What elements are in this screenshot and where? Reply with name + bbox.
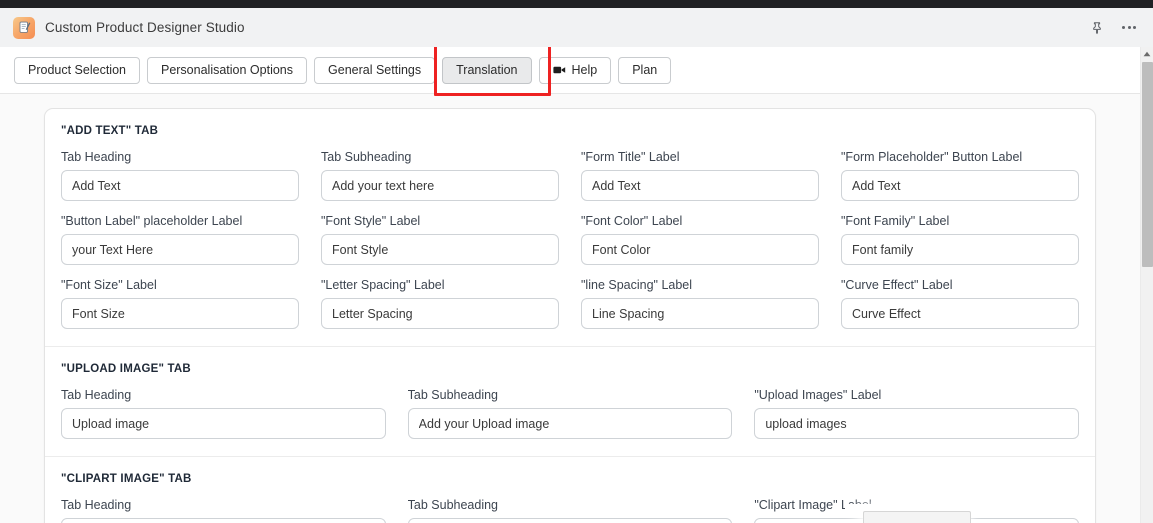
app-titlebar: Custom Product Designer Studio <box>0 8 1153 47</box>
input-clipart-tab-heading[interactable] <box>61 518 386 523</box>
page-content: Product Selection Personalisation Option… <box>0 47 1140 523</box>
input-line-spacing-label[interactable] <box>581 298 819 329</box>
section-title: "UPLOAD IMAGE" TAB <box>61 363 191 375</box>
field-font-style-label: "Font Style" Label <box>321 214 559 265</box>
field-upload-tab-subheading: Tab Subheading <box>407 388 733 439</box>
input-upload-tab-subheading[interactable] <box>407 408 733 439</box>
field-label: "Font Family" Label <box>841 214 950 228</box>
field-tab-subheading: Tab Subheading <box>321 150 559 201</box>
field-letter-spacing-label: "Letter Spacing" Label <box>321 278 559 329</box>
field-label: Tab Heading <box>61 498 132 512</box>
field-label: "Form Title" Label <box>581 150 680 164</box>
more-dots <box>1122 26 1136 29</box>
tab-label: Plan <box>632 62 658 77</box>
field-upload-images-label: "Upload Images" Label <box>754 388 1079 439</box>
app-title: Custom Product Designer Studio <box>45 20 245 35</box>
product-designer-icon <box>13 16 35 39</box>
main-tab-bar: Product Selection Personalisation Option… <box>0 47 1140 96</box>
field-font-size-label: "Font Size" Label <box>61 278 299 329</box>
titlebar-left-group: Custom Product Designer Studio <box>0 16 1083 39</box>
settings-content-area: "ADD TEXT" TAB Tab Heading Tab Subheadin… <box>0 94 1140 523</box>
translation-settings-card: "ADD TEXT" TAB Tab Heading Tab Subheadin… <box>44 108 1096 523</box>
scroll-thumb[interactable] <box>1142 62 1153 267</box>
input-font-style-label[interactable] <box>321 234 559 265</box>
field-grid: Tab Heading Tab Subheading "Form Title" … <box>61 150 1079 329</box>
tab-label: Personalisation Options <box>160 62 294 77</box>
field-line-spacing-label: "line Spacing" Label <box>581 278 819 329</box>
more-options-icon[interactable] <box>1115 14 1143 42</box>
tab-plan[interactable]: Plan <box>618 56 672 84</box>
tab-label: Translation <box>456 62 518 77</box>
floating-overlay-panel <box>863 511 971 523</box>
field-label: Tab Subheading <box>407 388 499 402</box>
field-font-family-label: "Font Family" Label <box>841 214 1079 265</box>
field-clipart-tab-heading: Tab Heading <box>61 498 386 523</box>
field-font-color-label: "Font Color" Label <box>581 214 819 265</box>
tab-label: Help <box>571 62 598 77</box>
browser-top-strip <box>0 0 1153 8</box>
field-label: "line Spacing" Label <box>581 278 693 292</box>
input-tab-heading[interactable] <box>61 170 299 201</box>
application-window: Custom Product Designer Studio Product S… <box>0 0 1153 523</box>
field-label: "Form Placeholder" Button Label <box>841 150 1023 164</box>
tab-product-selection[interactable]: Product Selection <box>14 56 140 84</box>
input-font-family-label[interactable] <box>841 234 1079 265</box>
section-add-text-tab: "ADD TEXT" TAB Tab Heading Tab Subheadin… <box>45 109 1095 346</box>
input-letter-spacing-label[interactable] <box>321 298 559 329</box>
scroll-up-arrow-icon[interactable] <box>1141 47 1153 60</box>
field-curve-effect-label: "Curve Effect" Label <box>841 278 1079 329</box>
field-label: "Font Style" Label <box>321 214 421 228</box>
vertical-scrollbar[interactable] <box>1140 47 1153 523</box>
field-label: "Upload Images" Label <box>754 388 882 402</box>
field-grid: Tab Heading Tab Subheading "Upload Image… <box>61 388 1079 439</box>
field-upload-tab-heading: Tab Heading <box>61 388 386 439</box>
input-form-title-label[interactable] <box>581 170 819 201</box>
input-form-placeholder-button-label[interactable] <box>841 170 1079 201</box>
field-label: "Font Color" Label <box>581 214 683 228</box>
tab-label: Product Selection <box>28 62 126 77</box>
field-clipart-tab-subheading: Tab Subheading <box>407 498 733 523</box>
tab-translation[interactable]: Translation <box>442 56 532 84</box>
input-button-label-placeholder[interactable] <box>61 234 299 265</box>
titlebar-right-group <box>1083 14 1153 42</box>
input-curve-effect-label[interactable] <box>841 298 1079 329</box>
field-label: Tab Subheading <box>407 498 499 512</box>
input-upload-images-label[interactable] <box>754 408 1079 439</box>
field-label: "Button Label" placeholder Label <box>61 214 243 228</box>
input-upload-tab-heading[interactable] <box>61 408 386 439</box>
field-label: "Curve Effect" Label <box>841 278 953 292</box>
input-font-color-label[interactable] <box>581 234 819 265</box>
tab-general-settings[interactable]: General Settings <box>314 56 436 84</box>
tab-personalisation-options[interactable]: Personalisation Options <box>146 56 308 84</box>
section-upload-image-tab: "UPLOAD IMAGE" TAB Tab Heading Tab Subhe… <box>45 346 1095 456</box>
video-camera-icon <box>552 65 566 75</box>
input-tab-subheading[interactable] <box>321 170 559 201</box>
tab-help[interactable]: Help <box>538 56 612 84</box>
section-title: "ADD TEXT" TAB <box>61 125 159 137</box>
input-clipart-tab-subheading[interactable] <box>407 518 733 523</box>
tab-label: General Settings <box>328 62 422 77</box>
field-form-title-label: "Form Title" Label <box>581 150 819 201</box>
section-title: "CLIPART IMAGE" TAB <box>61 473 192 485</box>
pin-icon[interactable] <box>1083 14 1111 42</box>
field-label: Tab Subheading <box>321 150 412 164</box>
field-label: Tab Heading <box>61 388 132 402</box>
field-label: Tab Heading <box>61 150 132 164</box>
input-font-size-label[interactable] <box>61 298 299 329</box>
field-label: "Font Size" Label <box>61 278 157 292</box>
field-tab-heading: Tab Heading <box>61 150 299 201</box>
field-label: "Letter Spacing" Label <box>321 278 445 292</box>
field-button-label-placeholder: "Button Label" placeholder Label <box>61 214 299 265</box>
field-form-placeholder-button-label: "Form Placeholder" Button Label <box>841 150 1079 201</box>
